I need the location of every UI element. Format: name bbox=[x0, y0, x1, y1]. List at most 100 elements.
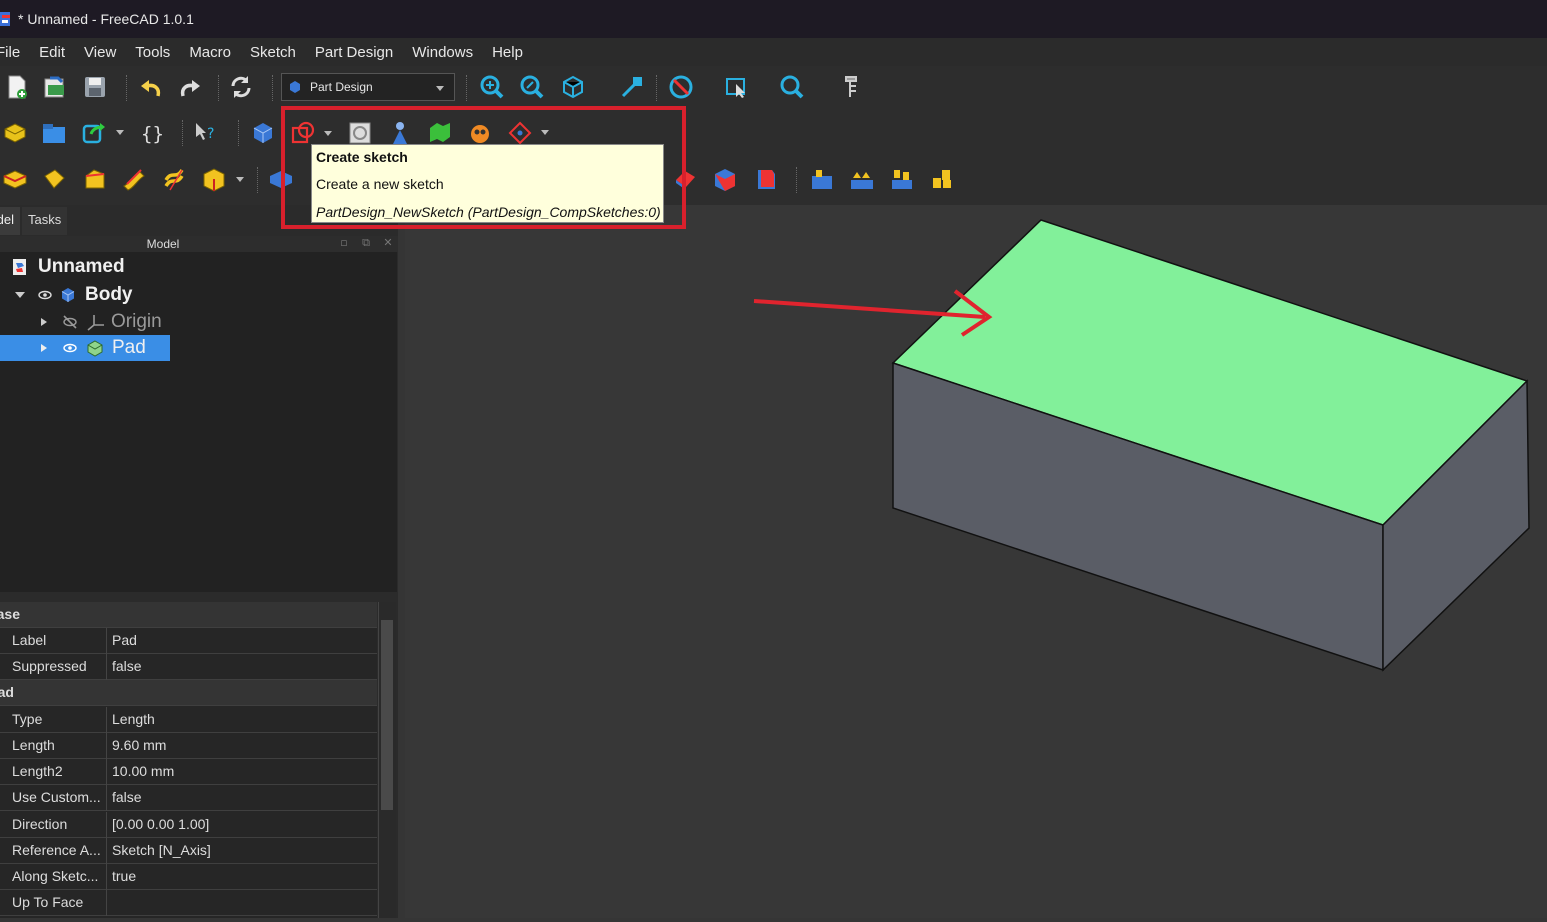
additive-primitive-icon[interactable] bbox=[201, 166, 227, 192]
new-document-icon[interactable] bbox=[4, 74, 30, 100]
menu-sketch[interactable]: Sketch bbox=[250, 44, 296, 61]
tab-model[interactable]: Model bbox=[0, 207, 20, 235]
property-row[interactable]: Length 9.60 mm bbox=[0, 733, 377, 759]
body-icon bbox=[61, 288, 75, 302]
toolbar-separator bbox=[257, 167, 259, 193]
expand-arrow-right-icon[interactable] bbox=[40, 343, 48, 353]
additive-pipe-icon[interactable] bbox=[121, 166, 147, 192]
whats-this-icon[interactable]: ? bbox=[193, 120, 219, 146]
property-row[interactable]: Length2 10.00 mm bbox=[0, 759, 377, 785]
hidden-eye-icon[interactable] bbox=[62, 315, 78, 329]
property-group-pad[interactable]: Pad bbox=[0, 680, 377, 706]
toolbar-separator bbox=[272, 75, 274, 101]
combo-view-tabs: Model Tasks bbox=[0, 207, 69, 235]
toolbar-part-design-features bbox=[0, 155, 1547, 205]
expand-arrow-down-icon[interactable] bbox=[14, 290, 26, 300]
measure-view-icon[interactable] bbox=[619, 74, 645, 100]
menu-edit[interactable]: Edit bbox=[39, 44, 65, 61]
box-selection-icon[interactable] bbox=[724, 74, 750, 100]
3d-scene bbox=[753, 219, 1530, 672]
menu-macro[interactable]: Macro bbox=[189, 44, 231, 61]
tab-tasks[interactable]: Tasks bbox=[22, 207, 68, 235]
pad-feature-icon bbox=[87, 340, 103, 357]
workbench-selector[interactable]: Part Design bbox=[281, 73, 455, 101]
zoom-box-icon[interactable] bbox=[779, 74, 805, 100]
scrollbar-thumb[interactable] bbox=[381, 620, 393, 810]
tree-node-document[interactable]: Unnamed bbox=[12, 254, 125, 280]
save-icon[interactable] bbox=[82, 74, 108, 100]
svg-text:?: ? bbox=[207, 126, 214, 142]
redo-icon[interactable] bbox=[177, 74, 203, 100]
tooltip-command: PartDesign_NewSketch (PartDesign_CompSke… bbox=[316, 204, 661, 220]
property-row[interactable]: Suppressed false bbox=[0, 654, 377, 680]
toolbar-separator bbox=[218, 75, 220, 101]
tree-label-body: Body bbox=[85, 284, 133, 305]
freecad-app-icon bbox=[0, 12, 10, 26]
tooltip-title: Create sketch bbox=[316, 149, 408, 165]
menu-tools[interactable]: Tools bbox=[135, 44, 170, 61]
tooltip-description: Create a new sketch bbox=[316, 176, 444, 192]
menu-file[interactable]: File bbox=[0, 44, 20, 61]
revolution-icon[interactable] bbox=[41, 166, 67, 192]
tree-label-pad: Pad bbox=[112, 337, 146, 358]
expression-braces-icon[interactable]: {} bbox=[138, 120, 164, 146]
property-row[interactable]: Up To Face bbox=[0, 890, 377, 916]
fillet-icon[interactable] bbox=[712, 166, 738, 192]
fit-all-icon[interactable] bbox=[479, 74, 505, 100]
visibility-eye-icon[interactable] bbox=[38, 290, 52, 300]
menu-help[interactable]: Help bbox=[492, 44, 523, 61]
clone-icon[interactable] bbox=[81, 120, 107, 146]
toolbar-separator bbox=[656, 75, 658, 101]
toolbar-separator bbox=[182, 120, 184, 146]
property-row[interactable]: Along Sketc... true bbox=[0, 864, 377, 890]
menu-part-design[interactable]: Part Design bbox=[315, 44, 393, 61]
open-document-icon[interactable] bbox=[42, 74, 68, 100]
refresh-icon[interactable] bbox=[228, 74, 254, 100]
measure-icon[interactable] bbox=[838, 74, 864, 100]
property-group-base[interactable]: Base bbox=[0, 602, 377, 628]
property-row[interactable]: Direction [0.00 0.00 1.00] bbox=[0, 812, 377, 838]
property-row[interactable]: Use Custom... false bbox=[0, 785, 377, 811]
property-row[interactable]: Label Pad bbox=[0, 628, 377, 654]
pad-icon[interactable] bbox=[2, 166, 28, 192]
title-bar: * Unnamed - FreeCAD 1.0.1 bbox=[0, 0, 1547, 38]
part-design-icon bbox=[290, 81, 300, 93]
dock-float-icon[interactable]: ⧉ bbox=[360, 237, 372, 249]
additive-helix-icon[interactable] bbox=[162, 166, 188, 192]
tree-node-pad[interactable]: Pad bbox=[0, 335, 170, 361]
dock-close-icon[interactable]: ✕ bbox=[382, 237, 394, 249]
undo-icon[interactable] bbox=[138, 74, 164, 100]
origin-axes-icon bbox=[87, 315, 104, 331]
visibility-eye-icon[interactable] bbox=[63, 343, 77, 353]
menu-bar: File Edit View Tools Macro Sketch Part D… bbox=[0, 38, 1547, 66]
svg-text:{}: {} bbox=[141, 123, 164, 145]
tree-node-body[interactable]: Body bbox=[14, 282, 133, 308]
chamfer-icon[interactable] bbox=[752, 166, 778, 192]
dock-minimize-icon[interactable]: ▫ bbox=[338, 237, 350, 249]
additive-loft-icon[interactable] bbox=[82, 166, 108, 192]
property-row[interactable]: Type Length bbox=[0, 707, 377, 733]
isometric-view-icon[interactable] bbox=[560, 74, 586, 100]
3d-view[interactable] bbox=[405, 205, 1547, 918]
property-row[interactable]: Reference A... Sketch [N_Axis] bbox=[0, 838, 377, 864]
mirrored-icon[interactable] bbox=[809, 166, 835, 192]
polar-pattern-icon[interactable] bbox=[889, 166, 915, 192]
menu-view[interactable]: View bbox=[84, 44, 116, 61]
tree-node-origin[interactable]: Origin bbox=[40, 309, 162, 335]
create-body-icon[interactable] bbox=[2, 120, 28, 146]
draw-style-icon[interactable] bbox=[668, 74, 694, 100]
linear-pattern-icon[interactable] bbox=[849, 166, 875, 192]
body-icon[interactable] bbox=[250, 120, 276, 146]
workbench-selector-label: Part Design bbox=[310, 80, 373, 94]
create-part-icon[interactable] bbox=[41, 120, 67, 146]
expand-arrow-right-icon[interactable] bbox=[40, 317, 48, 327]
toolbar-part-design-helper: {} ? bbox=[0, 110, 1547, 155]
toolbar-file bbox=[0, 66, 1547, 163]
multi-transform-icon[interactable] bbox=[929, 166, 955, 192]
chevron-down-icon[interactable] bbox=[236, 177, 244, 182]
fit-selection-icon[interactable] bbox=[519, 74, 545, 100]
property-view: Base LabelPad Suppressedfalse Pad TypeLe… bbox=[0, 602, 377, 918]
menu-windows[interactable]: Windows bbox=[412, 44, 473, 61]
toolbar-separator bbox=[126, 75, 128, 101]
chevron-down-icon[interactable] bbox=[116, 130, 124, 135]
